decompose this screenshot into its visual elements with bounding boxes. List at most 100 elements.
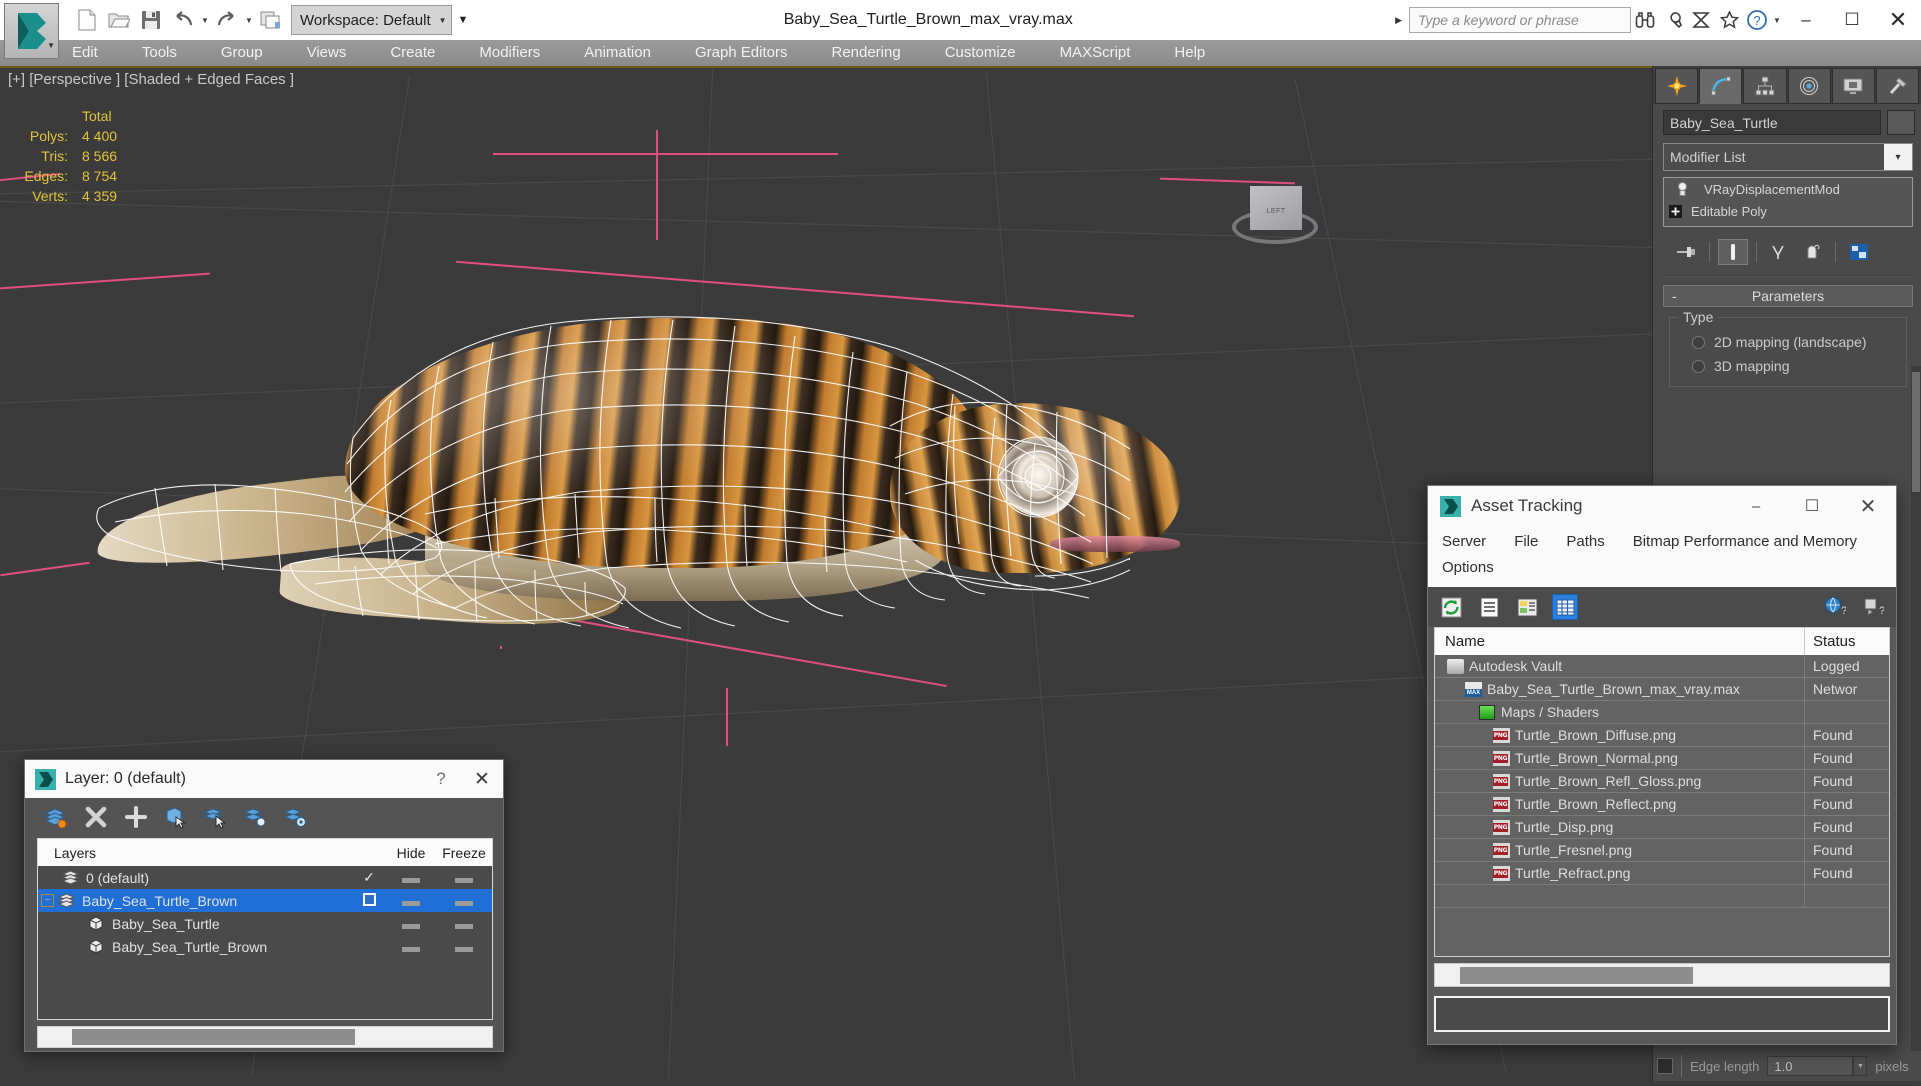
subscription-icon[interactable] (1687, 6, 1715, 34)
menu-bar[interactable]: Edit Tools Group Views Create Modifiers … (0, 40, 1921, 66)
select-objects-icon[interactable] (163, 804, 189, 830)
layer-list-horizontal-scrollbar[interactable] (37, 1026, 493, 1048)
add-layer-icon[interactable] (123, 804, 149, 830)
motion-tab[interactable] (1787, 68, 1831, 104)
asset-row-empty[interactable] (1435, 884, 1889, 908)
quick-access-toolbar[interactable]: ▼ ▼ Workspace: Default ▼ ▼ (63, 0, 468, 40)
freeze-toggle[interactable] (436, 893, 492, 909)
new-layer-icon[interactable] (43, 804, 69, 830)
freeze-toggle[interactable] (436, 916, 492, 932)
asset-list-horizontal-scrollbar[interactable] (1434, 963, 1890, 987)
asset-row[interactable]: PNG Turtle_Brown_Normal.png Found (1435, 746, 1889, 770)
menu-item-tools[interactable]: Tools (120, 40, 199, 66)
object-name-field[interactable]: Baby_Sea_Turtle (1663, 110, 1881, 135)
grid-view-icon[interactable] (1552, 594, 1578, 620)
chevron-down-icon[interactable]: ▾ (1884, 144, 1912, 170)
modifier-stack-item[interactable]: VRayDisplacementMod (1664, 178, 1912, 200)
layer-list[interactable]: Layers Hide Freeze 0 (default) ✓ − Baby_… (37, 838, 493, 1020)
save-icon[interactable] (136, 5, 166, 35)
check-out-help-icon[interactable]: ? (1860, 594, 1886, 620)
layer-dialog-titlebar[interactable]: Layer: 0 (default) ? ✕ (25, 760, 503, 798)
new-file-icon[interactable] (72, 5, 102, 35)
minimize-button[interactable]: – (1728, 498, 1784, 515)
edge-length-field[interactable]: 1.0 (1767, 1056, 1854, 1076)
menu-item-edit[interactable]: Edit (50, 40, 120, 66)
object-name-row[interactable]: Baby_Sea_Turtle (1653, 104, 1921, 139)
rollup-header[interactable]: - Parameters (1663, 285, 1913, 307)
radio-icon[interactable] (1692, 359, 1705, 373)
detail-view-icon[interactable] (1514, 594, 1540, 620)
help-dropdown-icon[interactable]: ▼ (1771, 5, 1783, 35)
hierarchy-tab[interactable] (1743, 68, 1787, 104)
menu-item-bitmap-performance[interactable]: Bitmap Performance and Memory (1633, 529, 1857, 555)
chevron-down-icon[interactable]: ▼ (439, 16, 447, 25)
help-question-icon[interactable]: ? (1743, 6, 1771, 34)
layer-dialog-toolbar[interactable] (25, 798, 503, 836)
pin-stack-icon[interactable] (1671, 239, 1701, 265)
maximize-button[interactable]: ☐ (1829, 0, 1875, 40)
current-layer-check[interactable] (352, 892, 386, 909)
viewcube[interactable]: LEFT (1232, 180, 1318, 250)
edge-length-row[interactable]: Edge length 1.0 ▼ pixels (1653, 1051, 1921, 1081)
search-area[interactable]: ▶ Type a keyword or phrase ? ▼ (1388, 0, 1783, 40)
refresh-icon[interactable] (1438, 594, 1464, 620)
hide-toggle[interactable] (386, 893, 436, 909)
redo-icon[interactable] (212, 5, 242, 35)
show-end-result-icon[interactable] (1718, 239, 1748, 265)
asset-row[interactable]: Maps / Shaders (1435, 700, 1889, 724)
application-menu-button[interactable]: ▼ (4, 3, 59, 59)
help-button[interactable]: ? (421, 769, 461, 789)
configure-sets-icon[interactable] (1844, 239, 1874, 265)
asset-row[interactable]: MAX Baby_Sea_Turtle_Brown_max_vray.max N… (1435, 677, 1889, 701)
qat-overflow-icon[interactable]: ▼ (458, 14, 469, 26)
color-swatch-icon[interactable] (1657, 1058, 1673, 1074)
close-button[interactable]: ✕ (1840, 494, 1896, 519)
menu-item-server[interactable]: Server (1442, 529, 1486, 555)
plus-box-icon[interactable] (1668, 204, 1683, 219)
menu-item-graph-editors[interactable]: Graph Editors (673, 40, 810, 66)
menu-item-modifiers[interactable]: Modifiers (457, 40, 562, 66)
menu-item-file[interactable]: File (1514, 529, 1538, 555)
favorites-star-icon[interactable] (1715, 6, 1743, 34)
wrench-icon[interactable] (1659, 6, 1687, 34)
menu-item-views[interactable]: Views (285, 40, 369, 66)
menu-item-group[interactable]: Group (199, 40, 285, 66)
close-button[interactable]: ✕ (461, 768, 503, 791)
command-panel-tabs[interactable] (1653, 66, 1921, 104)
asset-tracking-menubar[interactable]: Server File Paths Bitmap Performance and… (1428, 526, 1896, 587)
radio-icon[interactable] (1692, 335, 1705, 349)
modifier-stack-buttons[interactable] (1653, 227, 1921, 265)
hide-toggle[interactable] (386, 939, 436, 955)
layer-dialog[interactable]: Layer: 0 (default) ? ✕ Layers Hide Freez… (24, 759, 504, 1052)
project-folder-icon[interactable] (256, 5, 286, 35)
asset-row[interactable]: PNG Turtle_Brown_Refl_Gloss.png Found (1435, 769, 1889, 793)
layer-row[interactable]: − Baby_Sea_Turtle_Brown (38, 889, 492, 912)
delete-layer-icon[interactable] (83, 804, 109, 830)
modifier-list-dropdown[interactable]: Modifier List ▾ (1663, 143, 1913, 171)
freeze-toggle[interactable] (436, 939, 492, 955)
modify-tab[interactable] (1699, 68, 1743, 104)
workspace-selector[interactable]: Workspace: Default ▼ (291, 5, 452, 35)
command-panel-scrollbar[interactable] (1911, 366, 1921, 1086)
modifier-stack[interactable]: VRayDisplacementMod Editable Poly (1663, 177, 1913, 227)
create-tab[interactable] (1655, 68, 1699, 104)
redo-dropdown-icon[interactable]: ▼ (243, 5, 255, 35)
menu-item-customize[interactable]: Customize (923, 40, 1038, 66)
asset-row[interactable]: Autodesk Vault Logged (1435, 654, 1889, 678)
utilities-tab[interactable] (1875, 68, 1920, 104)
layer-row[interactable]: Baby_Sea_Turtle_Brown (38, 935, 492, 958)
turtle-3d-model[interactable] (91, 308, 1180, 638)
menu-item-paths[interactable]: Paths (1566, 529, 1604, 555)
menu-item-rendering[interactable]: Rendering (809, 40, 922, 66)
select-highlighted-icon[interactable] (203, 804, 229, 830)
asset-row[interactable]: PNG Turtle_Brown_Diffuse.png Found (1435, 723, 1889, 747)
menu-item-help[interactable]: Help (1152, 40, 1227, 66)
minimize-button[interactable]: – (1783, 0, 1829, 40)
maximize-button[interactable]: ☐ (1784, 496, 1840, 516)
menu-item-options[interactable]: Options (1442, 555, 1494, 581)
hide-toggle[interactable] (386, 916, 436, 932)
search-input[interactable]: Type a keyword or phrase (1409, 7, 1631, 33)
expander-icon[interactable]: − (41, 894, 54, 907)
display-tab[interactable] (1831, 68, 1875, 104)
remove-modifier-icon[interactable] (1797, 239, 1827, 265)
